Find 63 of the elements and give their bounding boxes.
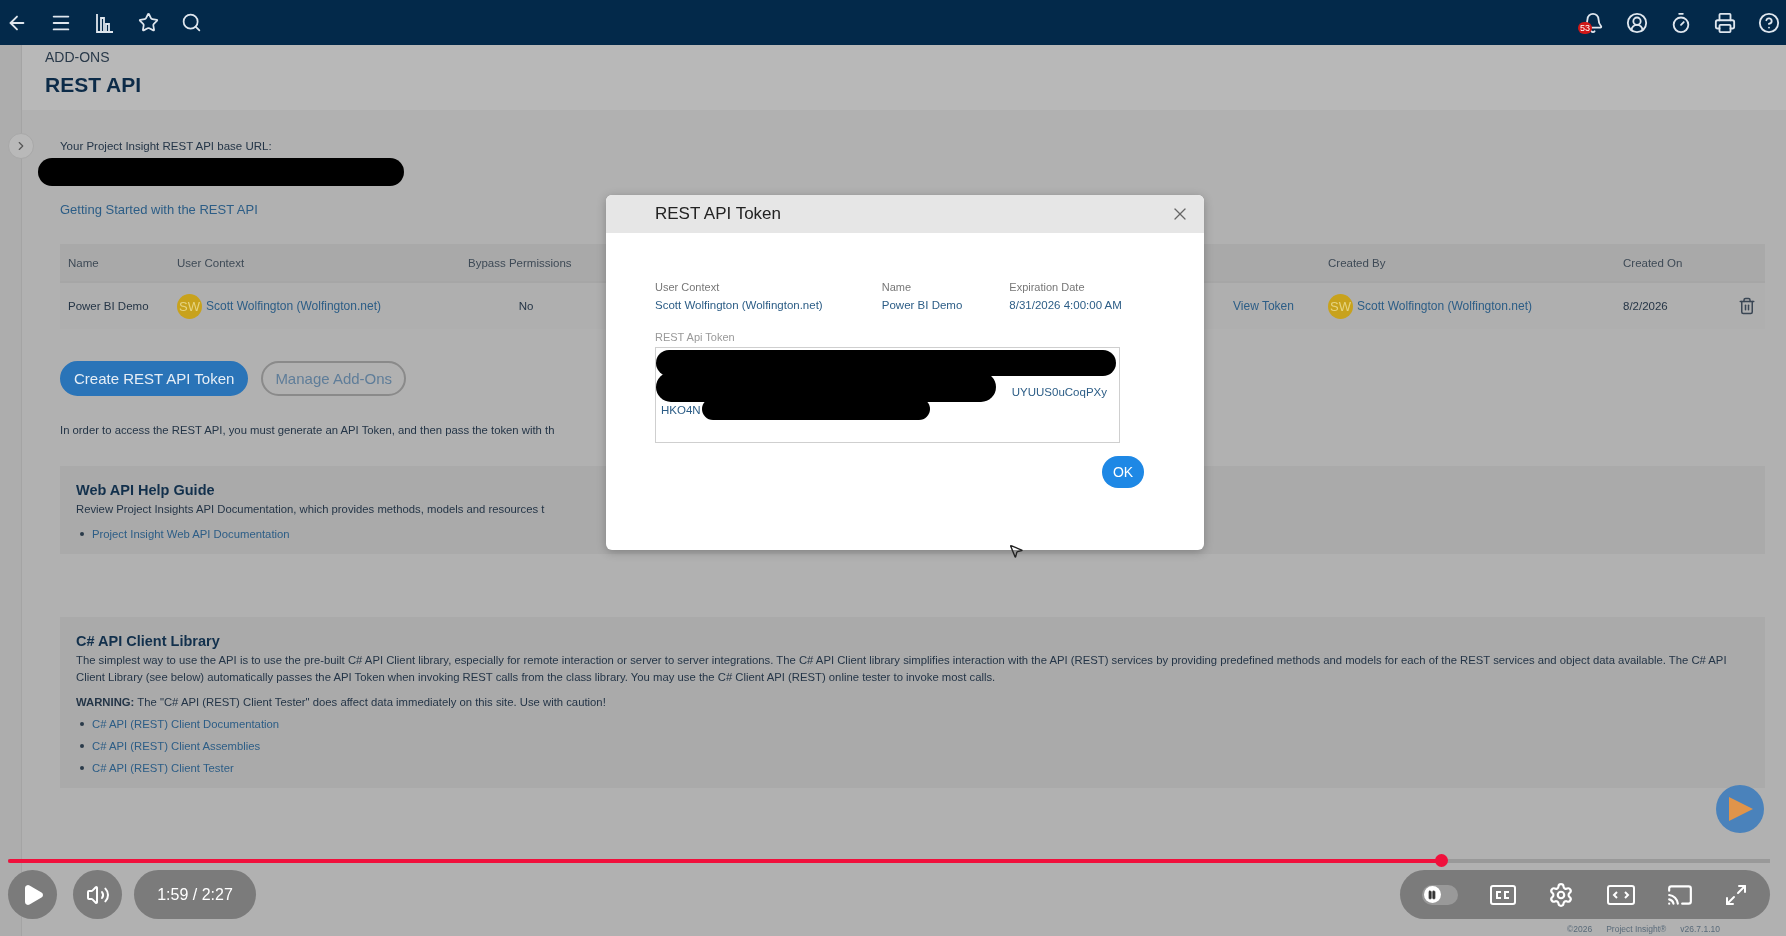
volume-button[interactable] bbox=[73, 870, 122, 919]
column-header: User Context bbox=[169, 244, 460, 281]
miniplayer-icon[interactable] bbox=[1605, 883, 1636, 906]
timer-icon[interactable] bbox=[1670, 11, 1692, 34]
column-header: Bypass Permissions bbox=[460, 244, 584, 281]
warning-text: WARNING: The "C# API (REST) Client Tester" does affect data immediately on this site. Use with caution! bbox=[76, 696, 607, 708]
user-link[interactable]: Scott Wolfington (Wolfington.net) bbox=[206, 299, 381, 313]
footer-text: v26.7.1.10 bbox=[1680, 924, 1720, 934]
documentation-link[interactable]: C# API (REST) Client Assemblies bbox=[92, 740, 261, 752]
footer-text: Project Insight® bbox=[1606, 924, 1667, 934]
bullet-dot bbox=[80, 722, 84, 726]
field-value: Scott Wolfington (Wolfington.net) bbox=[655, 299, 824, 311]
column-header: Created On bbox=[1615, 244, 1765, 281]
create-token-button[interactable]: Create REST API Token bbox=[60, 361, 249, 396]
page-title: REST API bbox=[45, 73, 143, 97]
bullet-dot bbox=[80, 532, 84, 536]
user-avatar: SW bbox=[177, 293, 202, 319]
footer-text: ©2026 bbox=[1567, 924, 1593, 934]
bar-chart-icon[interactable] bbox=[94, 11, 116, 34]
documentation-link[interactable]: C# API (REST) Client Documentation bbox=[92, 718, 280, 730]
printer-icon[interactable] bbox=[1714, 11, 1736, 34]
ok-button[interactable]: OK bbox=[1102, 456, 1144, 488]
section-description: Review Project Insights API Documentation, which provides methods, models and resources t bbox=[76, 502, 546, 517]
progress-thumb[interactable] bbox=[1434, 854, 1448, 867]
mouse-pointer-icon bbox=[1008, 543, 1024, 559]
breadcrumb: ADD-ONS bbox=[45, 49, 111, 65]
captions-icon[interactable] bbox=[1489, 883, 1517, 906]
dialog-title: REST API Token bbox=[655, 204, 781, 224]
view-token-link[interactable]: View Token bbox=[1233, 299, 1294, 313]
search-icon[interactable] bbox=[181, 12, 202, 33]
section-title: Web API Help Guide bbox=[76, 482, 216, 498]
documentation-link[interactable]: Project Insight Web API Documentation bbox=[92, 528, 290, 540]
field-label: Expiration Date bbox=[1009, 281, 1086, 293]
field-label: Name bbox=[881, 281, 913, 293]
manage-add-ons-button[interactable]: Manage Add-Ons bbox=[261, 361, 407, 396]
column-header: Created By bbox=[1320, 244, 1615, 281]
section-title: C# API Client Library bbox=[76, 633, 221, 649]
section-description: The simplest way to use the API is to use the pre-built C# API Client library, especially for remote interaction or server to server integrations. The C# API Client library simplifies interaction with the API (REST) services by providing predefined methods and models for each of the REST services and object data available. The C# API Client Library (see below) automatically passes the API Token when invoking REST calls from the class library. You may use the C# Client API (REST) online tester to invoke most calls. bbox=[76, 653, 1728, 685]
field-label: User Context bbox=[655, 281, 721, 293]
notification-count-badge: 53 bbox=[1578, 21, 1592, 34]
autoplay-toggle[interactable] bbox=[1421, 884, 1458, 905]
field-label: REST Api Token bbox=[655, 331, 736, 343]
field-value: Power BI Demo bbox=[881, 299, 964, 311]
star-icon[interactable] bbox=[138, 12, 159, 33]
bullet-dot bbox=[80, 766, 84, 770]
settings-icon[interactable] bbox=[1548, 881, 1575, 908]
play-button[interactable] bbox=[8, 870, 57, 919]
getting-started-link[interactable]: Getting Started with the REST API bbox=[60, 202, 258, 217]
column-header: Name bbox=[60, 244, 169, 281]
intro-text: In order to access the REST API, you must generate an API Token, and then pass the token with th bbox=[60, 424, 556, 436]
help-icon[interactable] bbox=[1758, 11, 1780, 34]
fullscreen-icon[interactable] bbox=[1724, 882, 1749, 907]
pause-icon bbox=[1427, 889, 1438, 900]
base-url-label: Your Project Insight REST API base URL: bbox=[60, 140, 273, 152]
user-icon[interactable] bbox=[1626, 11, 1648, 34]
time-display: 1:59 / 2:27 bbox=[134, 870, 256, 919]
user-link[interactable]: Scott Wolfington (Wolfington.net) bbox=[1357, 299, 1532, 313]
user-avatar: SW bbox=[1328, 293, 1353, 319]
trash-icon[interactable] bbox=[1738, 297, 1756, 315]
token-field[interactable]: UYUUS0uCoqPXy HKO4N bbox=[655, 347, 1120, 443]
field-value: 8/31/2026 4:00:00 AM bbox=[1009, 299, 1123, 311]
documentation-link[interactable]: C# API (REST) Client Tester bbox=[92, 762, 234, 774]
bullet-dot bbox=[80, 744, 84, 748]
